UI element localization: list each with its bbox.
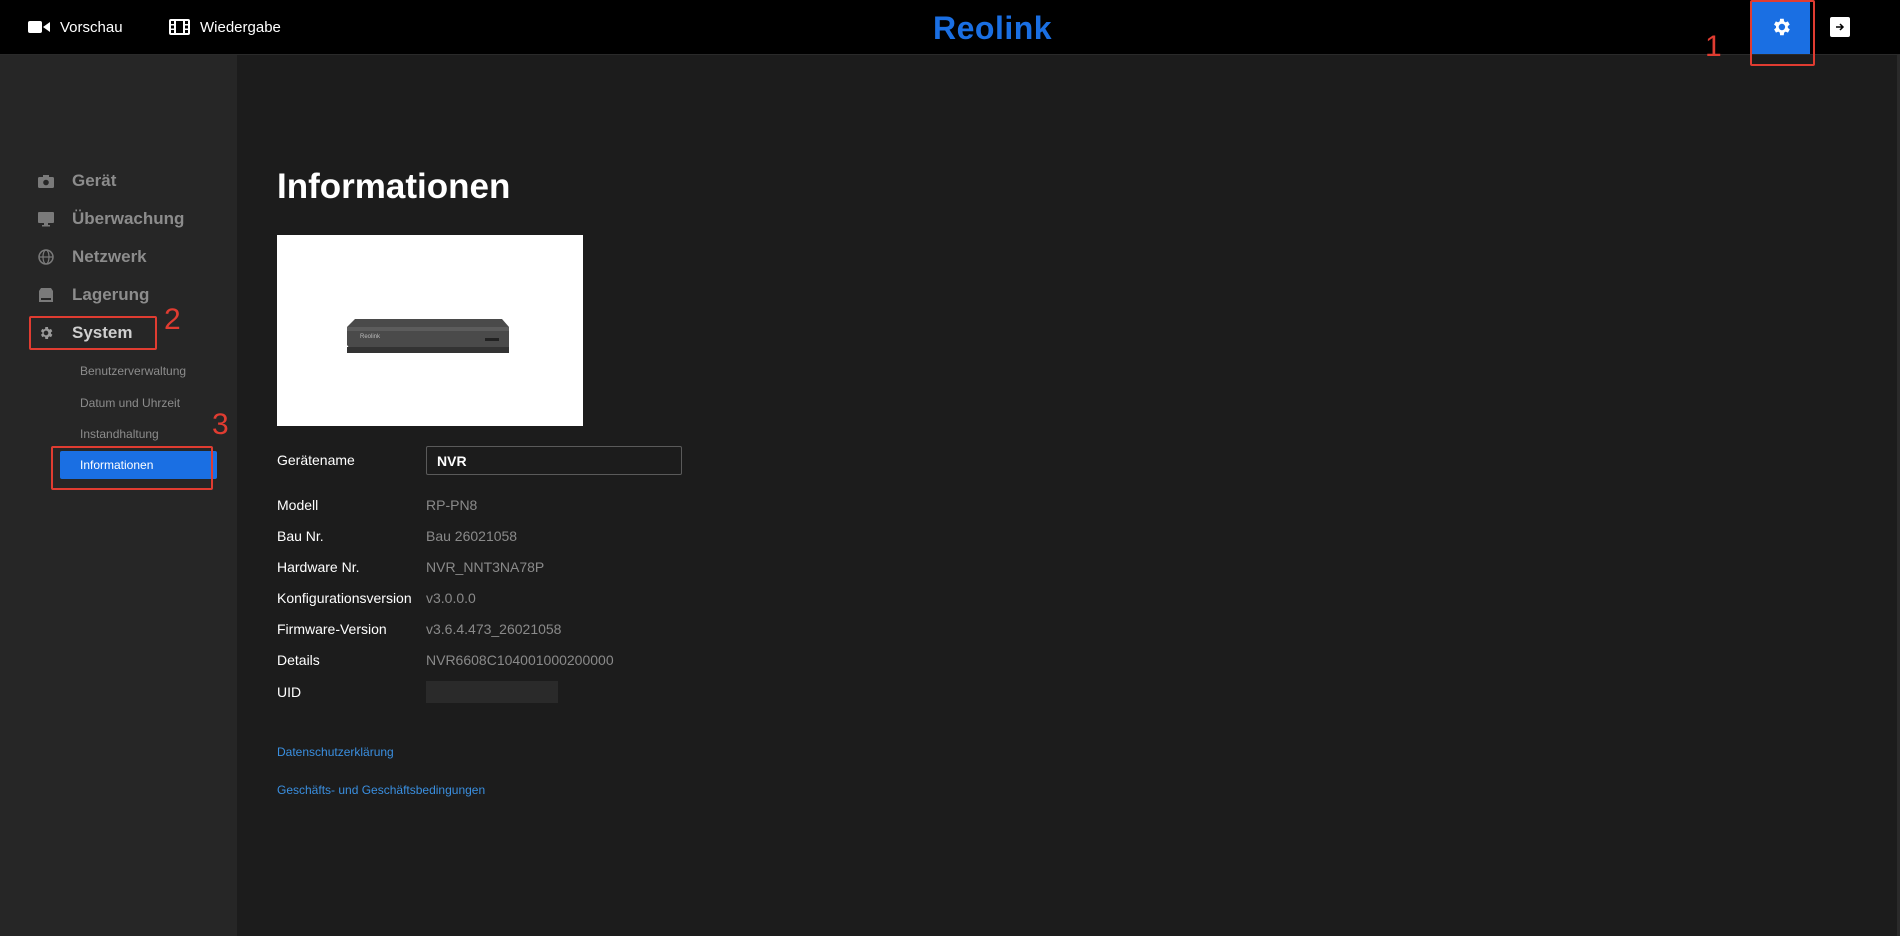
camera-icon (38, 173, 54, 189)
device-image: Reolink (277, 235, 583, 426)
reolink-logo[interactable]: Reolink (933, 8, 1052, 48)
sidebar-item-label: Lagerung (72, 285, 150, 304)
firmware-version-value: v3.6.4.473_26021058 (426, 621, 562, 637)
annotation-number-3: 3 (212, 408, 229, 441)
playback-nav-label: Wiedergabe (200, 18, 281, 36)
hardware-number-label: Hardware Nr. (277, 559, 360, 575)
build-number-value: Bau 26021058 (426, 528, 518, 544)
sidebar-item-label: Überwachung (72, 209, 185, 228)
privacy-policy-link[interactable]: Datenschutzerklärung (277, 745, 394, 759)
build-number-label: Bau Nr. (277, 528, 324, 544)
nvr-device-graphic: Reolink (347, 319, 509, 353)
sidebar-item-network[interactable]: Netzwerk (38, 243, 147, 271)
config-version-label: Konfigurationsversion (277, 590, 412, 606)
device-name-label: Gerätename (277, 452, 355, 468)
sidebar-item-storage[interactable]: Lagerung (38, 281, 149, 309)
top-bar: Vorschau Wiedergabe Reolink (0, 0, 1900, 55)
hardware-number-value: NVR_NNT3NA78P (426, 559, 545, 575)
film-icon (169, 19, 190, 35)
sidebar: Gerät Überwachung Netzwerk Lagerung Syst… (0, 55, 237, 936)
annotation-number-1: 1 (1705, 30, 1722, 63)
playback-nav-button[interactable]: Wiedergabe (169, 0, 281, 54)
annotation-box-2 (29, 316, 157, 350)
annotation-box-3 (51, 446, 213, 490)
logout-button[interactable] (1830, 17, 1850, 37)
submenu-item-user-management[interactable]: Benutzerverwaltung (80, 364, 186, 378)
sidebar-item-label: Gerät (72, 171, 117, 190)
monitor-icon (38, 211, 54, 227)
submenu-item-date-time[interactable]: Datum und Uhrzeit (80, 396, 180, 410)
preview-nav-button[interactable]: Vorschau (28, 0, 123, 54)
config-version-value: v3.0.0.0 (426, 590, 476, 606)
firmware-version-label: Firmware-Version (277, 621, 387, 637)
globe-icon (38, 249, 54, 265)
sidebar-item-device[interactable]: Gerät (38, 167, 116, 195)
annotation-box-1 (1750, 0, 1815, 66)
model-value: RP-PN8 (426, 497, 478, 513)
uid-value-redacted (426, 681, 558, 703)
storage-icon (38, 287, 54, 303)
sidebar-item-label: Netzwerk (72, 247, 147, 266)
sidebar-item-monitoring[interactable]: Überwachung (38, 205, 184, 233)
logout-arrow-icon (1836, 23, 1845, 31)
page-title: Informationen (277, 167, 511, 206)
device-name-input[interactable] (426, 446, 682, 475)
annotation-number-2: 2 (164, 303, 181, 336)
submenu-item-maintenance[interactable]: Instandhaltung (80, 427, 159, 441)
uid-label: UID (277, 684, 302, 700)
device-brand-text: Reolink (360, 334, 381, 340)
preview-nav-label: Vorschau (60, 18, 123, 36)
main-content: Informationen Reolink Gerätename Modell … (237, 55, 1900, 936)
model-label: Modell (277, 497, 319, 513)
terms-link[interactable]: Geschäfts- und Geschäftsbedingungen (277, 783, 485, 797)
video-camera-icon (28, 21, 50, 33)
details-label: Details (277, 652, 320, 668)
details-value: NVR6608C104001000200000 (426, 652, 614, 668)
